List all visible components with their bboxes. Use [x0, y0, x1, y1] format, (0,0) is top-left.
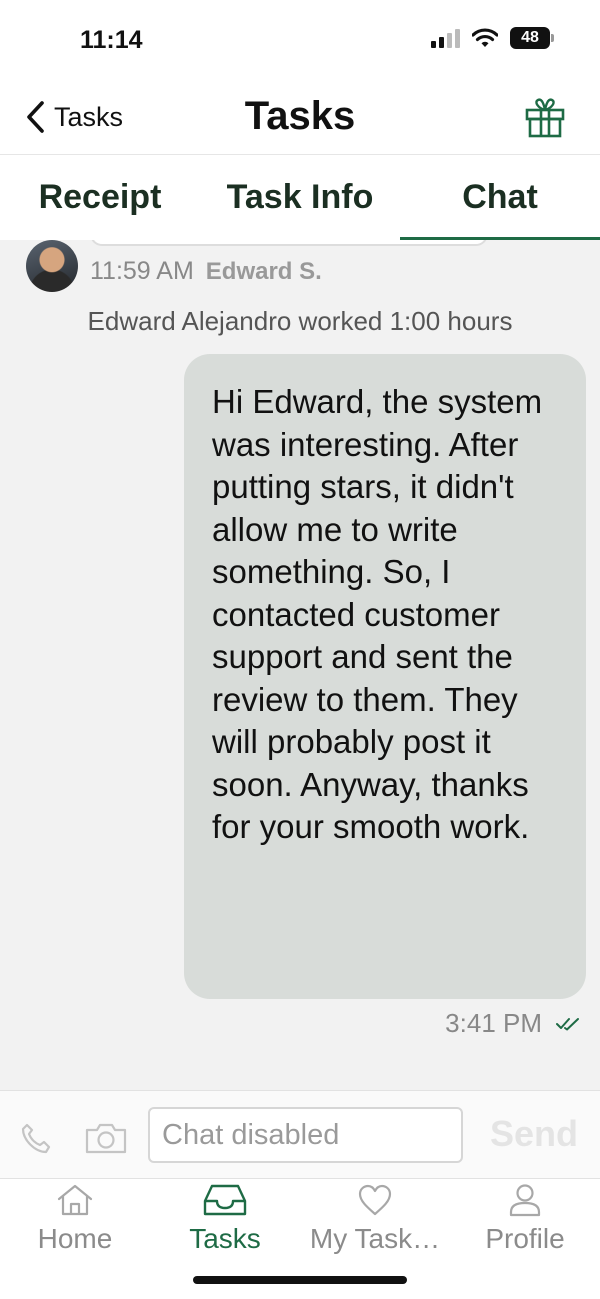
- incoming-message-time: 11:59 AM: [90, 257, 194, 285]
- tab-receipt[interactable]: Receipt: [0, 155, 200, 240]
- call-button[interactable]: [18, 1121, 54, 1162]
- incoming-message-meta: 11:59 AM Edward S.: [90, 257, 322, 286]
- bottom-tab-label: My Task…: [309, 1223, 441, 1254]
- send-button[interactable]: Send: [490, 1113, 578, 1155]
- chat-input[interactable]: [148, 1107, 463, 1163]
- double-check-icon: [556, 1017, 579, 1030]
- avatar: [26, 240, 78, 292]
- outgoing-message-time: 3:41 PM: [445, 1008, 542, 1038]
- battery-icon: 48: [510, 27, 554, 49]
- wifi-icon: [472, 28, 498, 47]
- outgoing-message-meta: 3:41 PM: [445, 1008, 580, 1039]
- signal-icon: [431, 28, 460, 48]
- gift-button[interactable]: [524, 96, 566, 143]
- chat-thread[interactable]: 11:59 AM Edward S. Edward Alejandro work…: [0, 240, 600, 1090]
- status-icons: 48: [431, 27, 554, 49]
- status-bar: 11:14 48: [0, 0, 600, 82]
- bottom-tab-label: Profile: [485, 1223, 565, 1254]
- bottom-tab-profile[interactable]: Profile: [450, 1179, 600, 1299]
- phone-icon: [21, 1123, 51, 1154]
- tab-task-info[interactable]: Task Info: [200, 155, 400, 240]
- bottom-tab-home[interactable]: Home: [0, 1179, 150, 1299]
- system-message: Edward Alejandro worked 1:00 hours: [87, 306, 513, 336]
- camera-button[interactable]: [84, 1121, 128, 1160]
- previous-message-bubble: [90, 240, 488, 246]
- message-composer: Send: [0, 1090, 600, 1178]
- tab-chat[interactable]: Chat: [400, 155, 600, 240]
- home-icon: [57, 1184, 93, 1216]
- home-indicator: [193, 1276, 407, 1284]
- sender-name: Edward S.: [205, 258, 322, 285]
- nav-bar: Tasks Tasks: [0, 82, 600, 154]
- bottom-tab-label: Tasks: [189, 1223, 261, 1254]
- gift-icon: [525, 98, 565, 138]
- inbox-icon: [203, 1184, 247, 1216]
- heart-icon: [358, 1184, 392, 1216]
- outgoing-message-bubble: Hi Edward, the system was interesting. A…: [184, 354, 586, 999]
- person-icon: [509, 1184, 541, 1217]
- page-title: Tasks: [244, 94, 356, 138]
- bottom-tab-label: Home: [37, 1223, 113, 1254]
- status-time: 11:14: [80, 26, 143, 54]
- camera-icon: [85, 1123, 127, 1154]
- tab-bar: Receipt Task Info Chat: [0, 154, 600, 240]
